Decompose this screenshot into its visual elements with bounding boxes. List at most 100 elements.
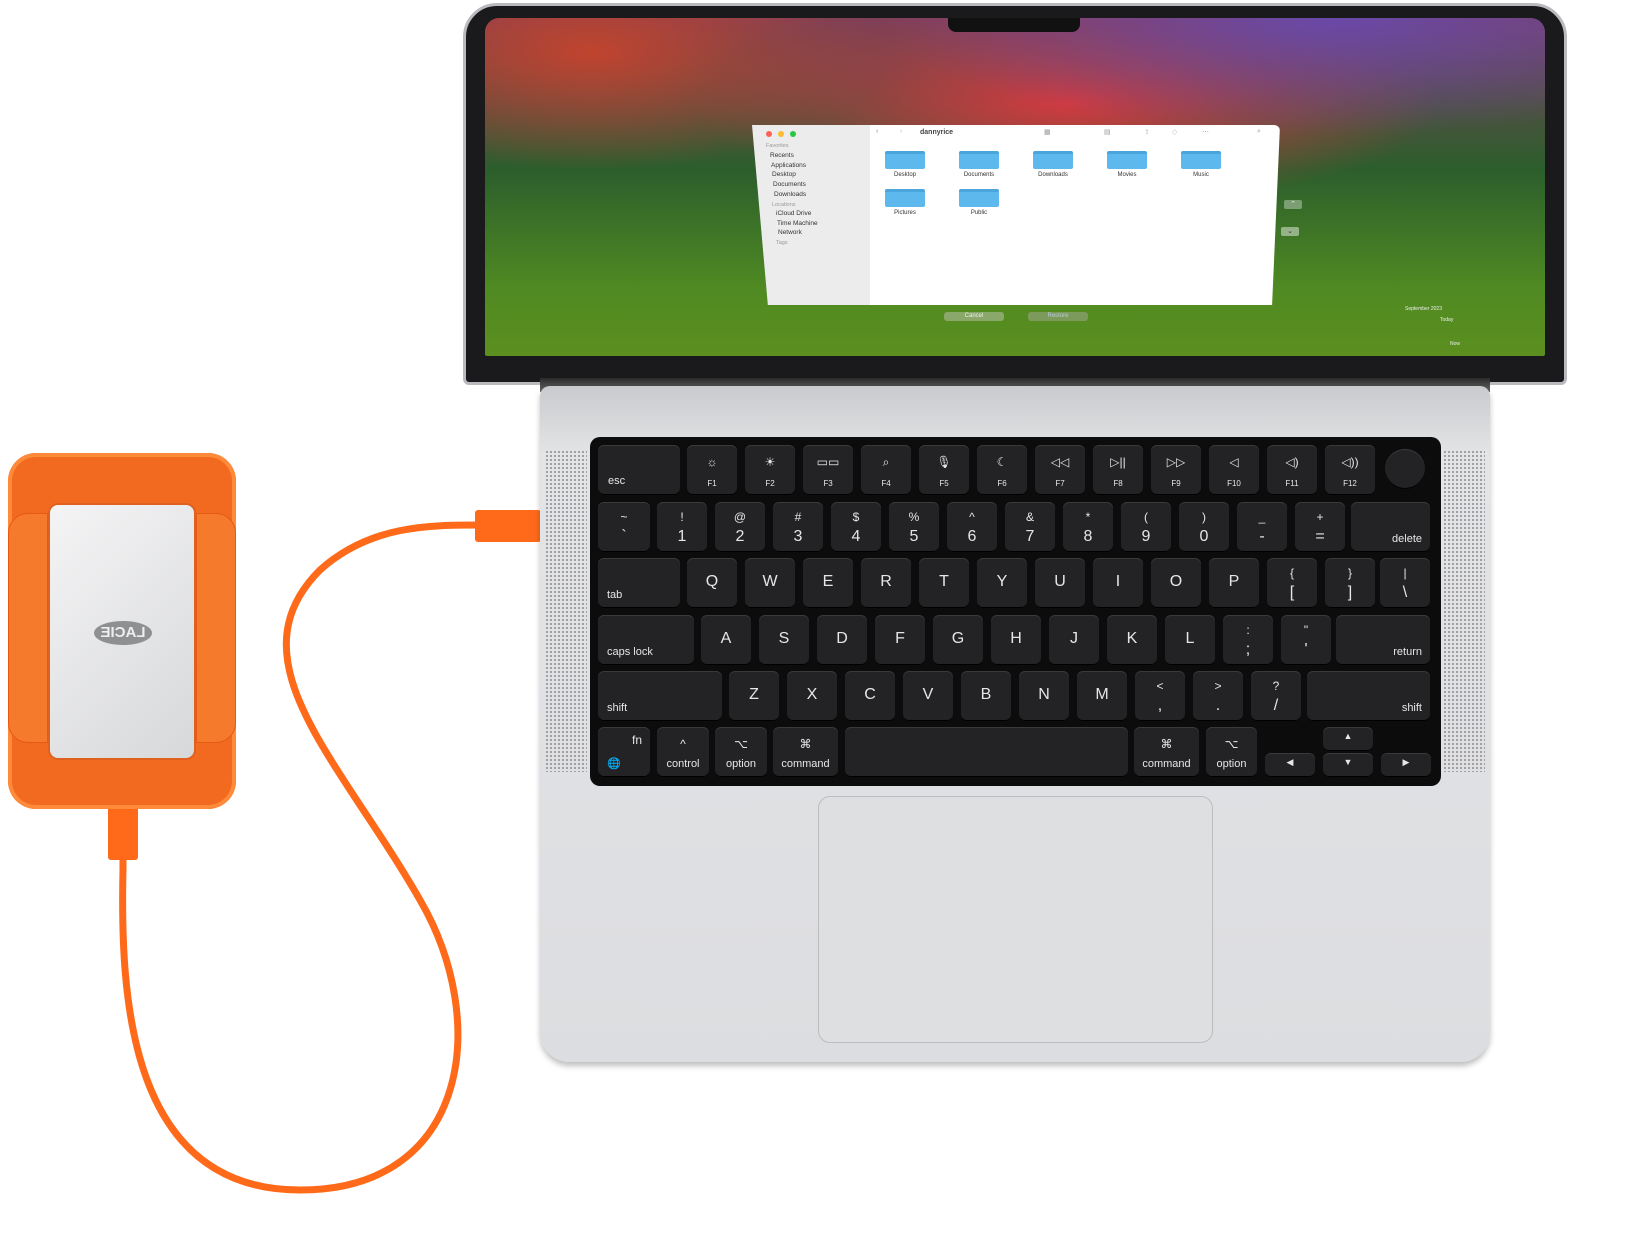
key[interactable]: delete (1351, 502, 1430, 552)
sidebar-item[interactable]: Recents (770, 152, 794, 159)
key[interactable]: ☀ F2 (745, 445, 795, 495)
key[interactable]: ) 0 (1179, 502, 1229, 552)
group-icon[interactable]: ▤ (1104, 128, 1111, 136)
close-button[interactable] (766, 131, 772, 137)
more-icon[interactable]: ⋯ (1202, 128, 1209, 136)
key[interactable]: % 5 (889, 502, 939, 552)
key[interactable]: ☾ F6 (977, 445, 1027, 495)
key[interactable]: ◁◁ F7 (1035, 445, 1085, 495)
key[interactable]: D (817, 615, 867, 665)
tag-icon[interactable]: ◇ (1172, 128, 1177, 136)
sidebar-item[interactable]: Network (778, 229, 802, 236)
sidebar-item[interactable]: Documents (773, 181, 806, 188)
key[interactable]: E (803, 558, 853, 608)
sidebar-item[interactable]: Downloads (774, 191, 806, 198)
folder-item[interactable]: Pictures (882, 189, 928, 216)
key[interactable]: ~ ` (598, 502, 650, 552)
key[interactable]: fn 🌐 (598, 727, 650, 777)
forward-icon[interactable]: › (900, 128, 902, 135)
key[interactable]: S (759, 615, 809, 665)
key[interactable]: K (1107, 615, 1157, 665)
key[interactable]: ◁) F11 (1267, 445, 1317, 495)
key[interactable]: #3 (773, 502, 823, 552)
key[interactable]: ▲ (1323, 727, 1373, 751)
key[interactable]: F (875, 615, 925, 665)
folder-item[interactable]: Desktop (882, 151, 928, 178)
key[interactable]: M (1077, 671, 1127, 721)
sidebar-item[interactable]: iCloud Drive (776, 210, 811, 217)
folder-item[interactable]: Music (1178, 151, 1224, 178)
key[interactable]: ! 1 (657, 502, 707, 552)
sidebar-item[interactable]: Applications (771, 162, 806, 169)
back-icon[interactable]: ‹ (876, 128, 878, 135)
key[interactable]: ⌘ command (1134, 727, 1199, 777)
sidebar-item[interactable]: Desktop (772, 171, 796, 178)
touch-id-button[interactable] (1385, 449, 1425, 489)
key[interactable]: ^ control (657, 727, 709, 777)
folder-item[interactable]: Movies (1104, 151, 1150, 178)
key[interactable]: }] (1325, 558, 1375, 608)
key[interactable]: ? / (1251, 671, 1301, 721)
key[interactable] (845, 727, 1128, 777)
key[interactable]: $4 (831, 502, 881, 552)
key[interactable]: V (903, 671, 953, 721)
key[interactable]: A (701, 615, 751, 665)
key[interactable]: Q (687, 558, 737, 608)
key[interactable]: ⌥ option (715, 727, 767, 777)
cancel-button[interactable]: Cancel (944, 312, 1004, 321)
key[interactable]: N (1019, 671, 1069, 721)
key[interactable]: 🎙 F5 (919, 445, 969, 495)
timeline-today[interactable]: Today (1440, 317, 1453, 323)
key[interactable]: P (1209, 558, 1259, 608)
share-icon[interactable]: ⇪ (1144, 128, 1150, 136)
key[interactable]: O (1151, 558, 1201, 608)
key[interactable]: (9 (1121, 502, 1171, 552)
folder-item[interactable]: Public (956, 189, 1002, 216)
key[interactable]: " ' (1281, 615, 1331, 665)
minimize-button[interactable] (778, 131, 784, 137)
trackpad[interactable] (818, 796, 1213, 1043)
key[interactable]: ◀ (1265, 753, 1315, 777)
key[interactable]: ☼ F1 (687, 445, 737, 495)
key[interactable]: esc (598, 445, 680, 495)
key[interactable]: I (1093, 558, 1143, 608)
key[interactable]: + = (1295, 502, 1345, 552)
key[interactable]: & 7 (1005, 502, 1055, 552)
key[interactable]: tab (598, 558, 680, 608)
key[interactable]: L (1165, 615, 1215, 665)
key[interactable]: R (861, 558, 911, 608)
key[interactable]: shift (598, 671, 722, 721)
key[interactable]: ⌕ F4 (861, 445, 911, 495)
timeline-down-button[interactable]: ⌄ (1281, 227, 1299, 236)
key[interactable]: >. (1193, 671, 1243, 721)
key[interactable]: ▼ (1323, 753, 1373, 777)
key[interactable]: H (991, 615, 1041, 665)
key[interactable]: ^ 6 (947, 502, 997, 552)
key[interactable]: B (961, 671, 1011, 721)
search-icon[interactable]: ⌕ (1257, 128, 1261, 136)
timeline-month[interactable]: September 2023 (1405, 306, 1442, 312)
key[interactable]: C (845, 671, 895, 721)
zoom-button[interactable] (790, 131, 796, 137)
key[interactable]: J (1049, 615, 1099, 665)
key[interactable]: return (1336, 615, 1430, 665)
key[interactable]: U (1035, 558, 1085, 608)
key[interactable]: ▶ (1381, 753, 1431, 777)
key[interactable]: Z (729, 671, 779, 721)
key[interactable]: | \ (1380, 558, 1430, 608)
key[interactable]: X (787, 671, 837, 721)
restore-button[interactable]: Restore (1028, 312, 1088, 321)
key[interactable]: <, (1135, 671, 1185, 721)
key[interactable]: {[ (1267, 558, 1317, 608)
key[interactable]: G (933, 615, 983, 665)
key[interactable]: ◁)) F12 (1325, 445, 1375, 495)
key[interactable]: ◁ F10 (1209, 445, 1259, 495)
key[interactable]: ⌥ option (1206, 727, 1257, 777)
key[interactable]: ▷|| F8 (1093, 445, 1143, 495)
folder-item[interactable]: Documents (956, 151, 1002, 178)
key[interactable]: T (919, 558, 969, 608)
key[interactable]: * 8 (1063, 502, 1113, 552)
key[interactable]: shift (1307, 671, 1430, 721)
view-icon[interactable]: ▦ (1044, 128, 1051, 136)
folder-item[interactable]: Downloads (1030, 151, 1076, 178)
